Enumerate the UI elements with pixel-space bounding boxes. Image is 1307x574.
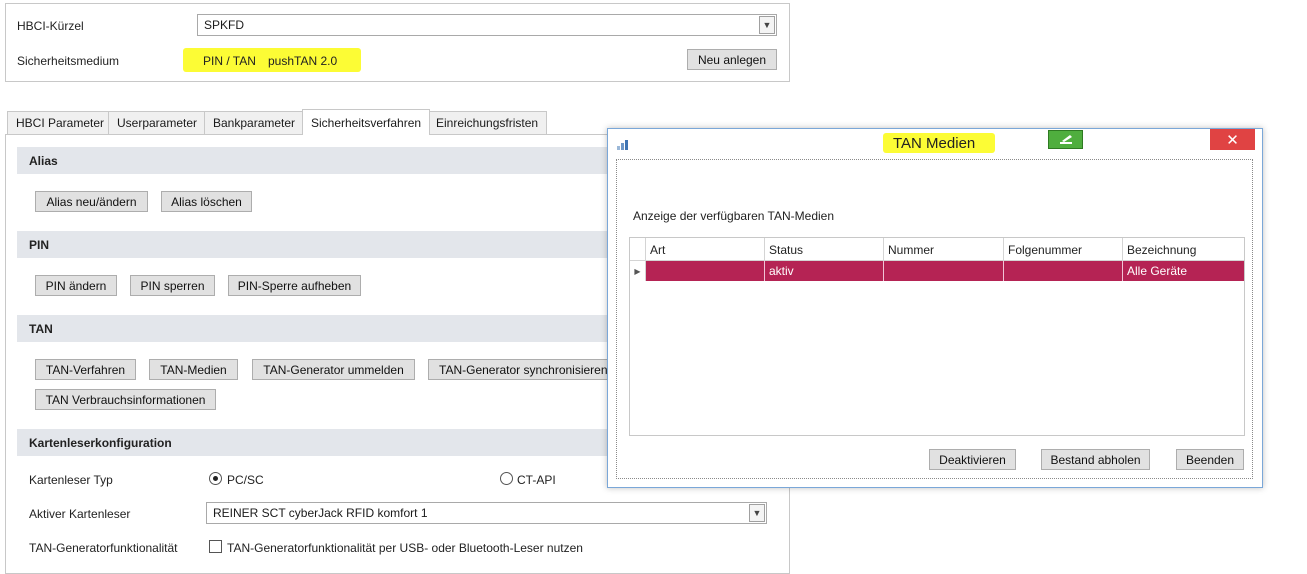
dialog-caption: Anzeige der verfügbaren TAN-Medien [633, 209, 834, 223]
section-cardreader-header: Kartenleserkonfiguration [17, 429, 617, 456]
fetch-inventory-button[interactable]: Bestand abholen [1041, 449, 1150, 470]
tan-media-dialog: TAN Medien ✕ Anzeige der verfügbaren TAN… [607, 128, 1263, 488]
radio-pcsc-label: PC/SC [227, 473, 264, 487]
tan-usage-info-button[interactable]: TAN Verbrauchsinformationen [35, 389, 216, 410]
tan-generator-checkbox-label: TAN-Generatorfunktionalität per USB- ode… [227, 541, 583, 555]
table-row-folgenummer[interactable] [1004, 261, 1123, 281]
tan-generator-label: TAN-Generatorfunktionalität [29, 541, 178, 555]
pin-unlock-button[interactable]: PIN-Sperre aufheben [228, 275, 361, 296]
grid-col-status[interactable]: Status [765, 238, 884, 261]
dialog-body: Anzeige der verfügbaren TAN-Medien Art S… [616, 159, 1253, 479]
tab-einreichungsfristen[interactable]: Einreichungsfristen [427, 111, 548, 134]
close-icon: ✕ [1226, 131, 1239, 149]
tan-generator-checkbox[interactable] [209, 540, 222, 553]
tan-generator-sync-button[interactable]: TAN-Generator synchronisieren [428, 359, 613, 380]
app-signal-icon [617, 140, 628, 150]
row-selector-icon[interactable]: ▶ [630, 261, 646, 281]
radio-pcsc[interactable] [209, 472, 222, 485]
chevron-down-icon[interactable]: ▼ [749, 504, 765, 522]
grid-col-art[interactable]: Art [646, 238, 765, 261]
medium-label: Sicherheitsmedium [17, 54, 120, 68]
pen-icon[interactable] [1048, 130, 1083, 149]
tab-sicherheitsverfahren[interactable]: Sicherheitsverfahren [302, 109, 431, 135]
section-tan-header: TAN [17, 315, 617, 342]
new-button[interactable]: Neu anlegen [687, 49, 777, 70]
tab-bankparameter[interactable]: Bankparameter [204, 111, 305, 134]
hbci-label: HBCI-Kürzel [17, 19, 84, 33]
active-reader-label: Aktiver Kartenleser [29, 507, 131, 521]
tan-procedure-button[interactable]: TAN-Verfahren [35, 359, 136, 380]
pin-change-button[interactable]: PIN ändern [35, 275, 117, 296]
close-button[interactable]: ✕ [1210, 129, 1255, 150]
table-row-status[interactable]: aktiv [765, 261, 884, 281]
grid-col-bezeichnung[interactable]: Bezeichnung [1123, 238, 1244, 261]
dialog-title: TAN Medien [893, 135, 976, 152]
deactivate-button[interactable]: Deaktivieren [929, 449, 1016, 470]
close-dialog-button[interactable]: Beenden [1176, 449, 1244, 470]
section-alias-header: Alias [17, 147, 617, 174]
cardreader-type-label: Kartenleser Typ [29, 473, 113, 487]
alias-delete-button[interactable]: Alias löschen [161, 191, 252, 212]
pin-lock-button[interactable]: PIN sperren [130, 275, 215, 296]
tab-hbci-parameter[interactable]: HBCI Parameter [7, 111, 114, 134]
medium-value-push: pushTAN 2.0 [268, 54, 338, 68]
radio-ctapi-label: CT-API [517, 473, 556, 487]
active-reader-combobox[interactable]: REINER SCT cyberJack RFID komfort 1 ▼ [206, 502, 767, 524]
table-row-art[interactable] [646, 261, 765, 281]
medium-value-pin: PIN / TAN [203, 54, 256, 68]
tan-generator-reregister-button[interactable]: TAN-Generator ummelden [252, 359, 415, 380]
table-row-nummer[interactable] [884, 261, 1004, 281]
hbci-value: SPKFD [204, 18, 245, 32]
grid-col-nummer[interactable]: Nummer [884, 238, 1004, 261]
section-pin-header: PIN [17, 231, 617, 258]
tan-media-button[interactable]: TAN-Medien [149, 359, 238, 380]
table-row-bezeichnung[interactable]: Alle Geräte [1123, 261, 1244, 281]
alias-edit-button[interactable]: Alias neu/ändern [35, 191, 148, 212]
active-reader-value: REINER SCT cyberJack RFID komfort 1 [213, 506, 428, 520]
grid-row-header-corner [630, 238, 646, 261]
hbci-combobox[interactable]: SPKFD ▼ [197, 14, 777, 36]
tab-userparameter[interactable]: Userparameter [108, 111, 207, 134]
grid-col-folgenummer[interactable]: Folgenummer [1004, 238, 1123, 261]
chevron-down-icon[interactable]: ▼ [759, 16, 775, 34]
radio-ctapi[interactable] [500, 472, 513, 485]
account-panel: HBCI-Kürzel SPKFD ▼ Sicherheitsmedium PI… [5, 3, 790, 82]
tan-media-grid[interactable]: Art Status Nummer Folgenummer Bezeichnun… [629, 237, 1245, 436]
